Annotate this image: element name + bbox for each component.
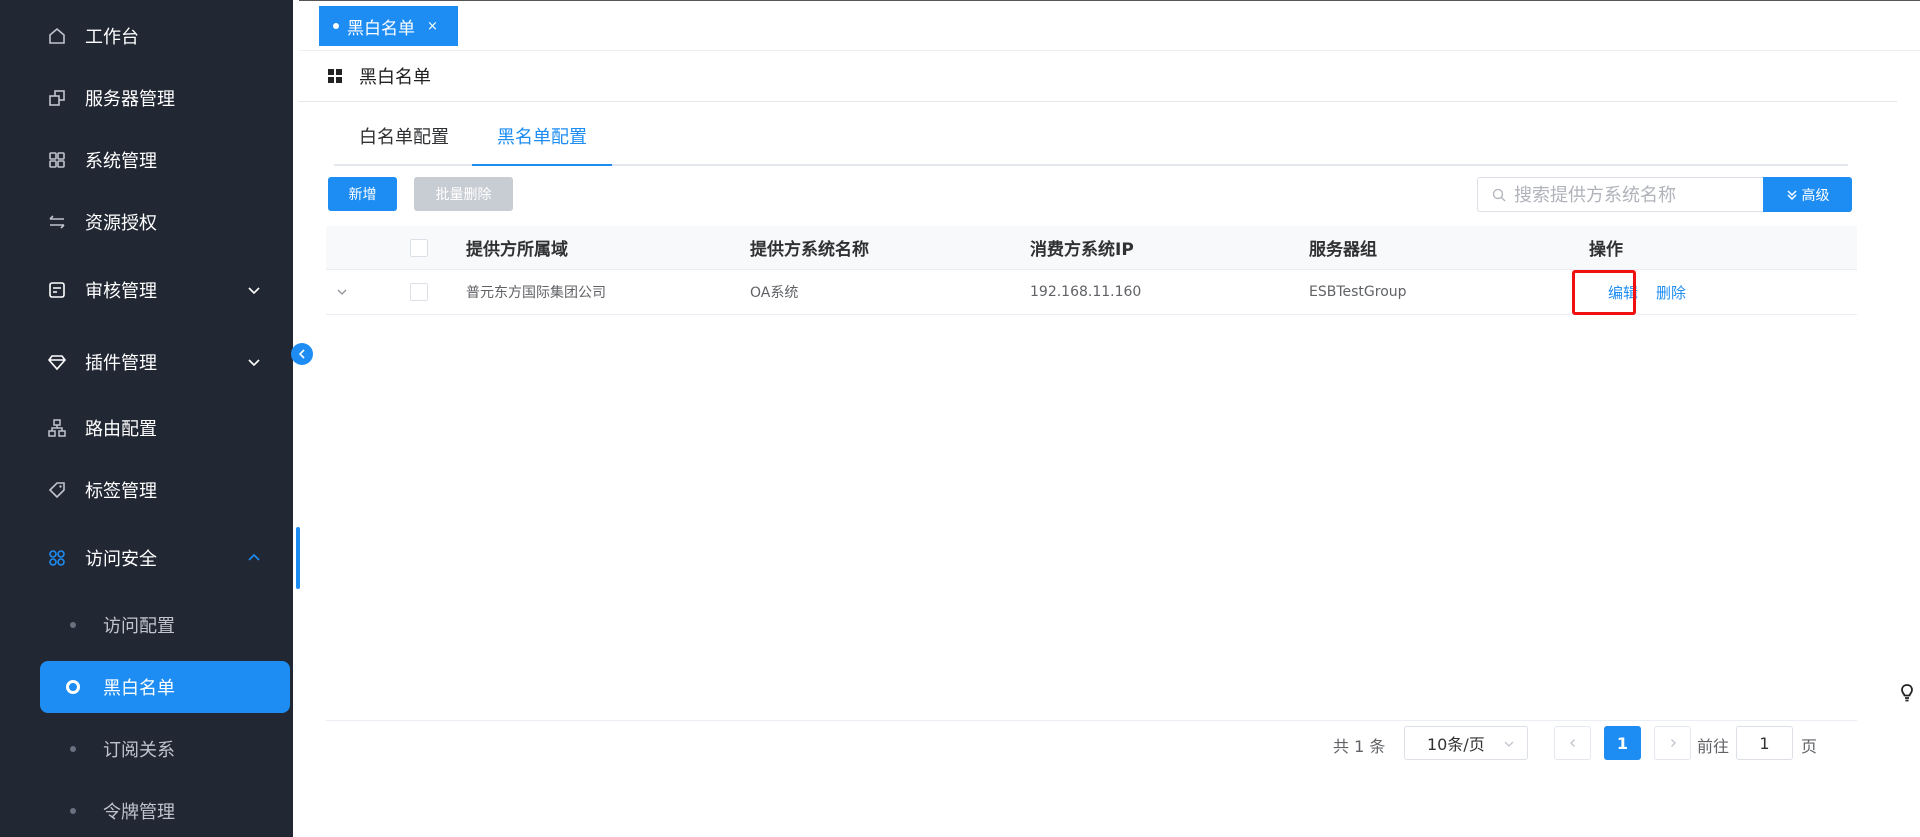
column-header: 消费方系统IP (1030, 240, 1134, 260)
tag-icon (47, 480, 67, 500)
advanced-label: 高级 (1801, 187, 1830, 204)
chevron-down-icon (246, 354, 262, 370)
goto-page-input[interactable] (1736, 726, 1793, 760)
submenu-item-access-config[interactable]: 访问配置 (40, 599, 290, 651)
submenu-item-label: 令牌管理 (103, 802, 175, 823)
double-chevron-down-icon (1786, 189, 1797, 200)
audit-icon (47, 280, 67, 300)
lightbulb-icon[interactable] (1900, 683, 1914, 703)
tab-dot-icon (333, 23, 339, 29)
home-icon (47, 26, 67, 46)
select-all-cell (410, 226, 428, 269)
sidebar-item-label: 审核管理 (85, 281, 157, 302)
sidebar-item-audit[interactable]: 审核管理 (0, 265, 293, 315)
page-number-current[interactable]: 1 (1604, 726, 1641, 760)
sidebar-item-access-security[interactable]: 访问安全 (0, 533, 293, 583)
security-icon (47, 548, 67, 568)
sidebar-item-plugins[interactable]: 插件管理 (0, 337, 293, 387)
apps-icon (47, 150, 67, 170)
table-header: 提供方所属域 提供方系统名称 消费方系统IP 服务器组 操作 (326, 226, 1857, 270)
submenu-item-subscriptions[interactable]: 订阅关系 (40, 723, 290, 775)
cell-system-name: OA系统 (750, 285, 799, 301)
page-unit-label: 页 (1801, 737, 1818, 756)
page-header: 黑白名单 (299, 51, 1897, 102)
sidebar-item-workbench[interactable]: 工作台 (0, 11, 293, 61)
cell-domain: 普元东方国际集团公司 (466, 285, 606, 301)
sidebar-item-label: 路由配置 (85, 419, 157, 440)
pagination-divider (326, 720, 1857, 721)
sidebar: 工作台 服务器管理 系统管理 资源授权 审核管理 插件管理 路由配置 标签管理 … (0, 0, 299, 837)
submenu-item-label: 访问配置 (103, 616, 175, 637)
sidebar-item-label: 资源授权 (85, 213, 157, 234)
sidebar-item-label: 服务器管理 (85, 89, 175, 110)
chevron-left-icon (1569, 739, 1575, 747)
chevron-down-icon (1504, 741, 1514, 747)
sidebar-item-label: 工作台 (85, 27, 139, 48)
row-checkbox[interactable] (410, 283, 428, 301)
column-header: 操作 (1589, 240, 1623, 260)
sidebar-item-label: 插件管理 (85, 353, 157, 374)
active-ring-icon (66, 680, 80, 694)
chevron-down-icon[interactable] (335, 285, 349, 299)
tab-whitelist[interactable]: 白名单配置 (334, 116, 474, 166)
column-header: 提供方系统名称 (750, 240, 869, 260)
column-header: 服务器组 (1309, 240, 1377, 260)
total-count: 共 1 条 (1333, 737, 1386, 756)
select-all-checkbox[interactable] (410, 238, 428, 257)
sidebar-item-tags[interactable]: 标签管理 (0, 465, 293, 515)
cell-server-group: ESBTestGroup (1309, 284, 1407, 300)
submenu-item-label: 黑白名单 (103, 678, 175, 699)
page-size-value: 10条/页 (1427, 735, 1485, 754)
config-tabs: 白名单配置 黑名单配置 (334, 116, 1848, 166)
cell-consumer-ip: 192.168.11.160 (1030, 284, 1142, 300)
sidebar-item-servers[interactable]: 服务器管理 (0, 73, 293, 123)
expand-cell (335, 270, 349, 314)
close-icon[interactable]: × (427, 19, 438, 34)
page-tab-active[interactable]: 黑白名单 × (319, 6, 458, 46)
sidebar-item-system[interactable]: 系统管理 (0, 135, 293, 185)
grid-icon (328, 69, 342, 83)
diamond-icon (47, 352, 67, 372)
main-content: 黑白名单 × 黑白名单 白名单配置 黑名单配置 新增 批量删除 高级 提供方所属… (299, 0, 1920, 837)
edit-highlight-box (1572, 270, 1636, 315)
page-tab-label: 黑白名单 (347, 18, 415, 39)
bullet-icon (70, 746, 76, 752)
tab-blacklist[interactable]: 黑名单配置 (472, 116, 612, 166)
sidebar-item-label: 标签管理 (85, 481, 157, 502)
chevron-down-icon (246, 282, 262, 298)
row-select-cell (410, 270, 428, 314)
sidebar-item-label: 访问安全 (85, 549, 157, 570)
bullet-icon (70, 622, 76, 628)
transfer-icon (47, 212, 67, 232)
chevron-right-icon (1670, 739, 1676, 747)
add-button[interactable]: 新增 (328, 177, 397, 211)
search-input[interactable] (1514, 182, 1754, 208)
batch-delete-button[interactable]: 批量删除 (414, 177, 513, 211)
chevron-up-icon (246, 550, 262, 566)
network-icon (47, 418, 67, 438)
submenu-item-tokens[interactable]: 令牌管理 (40, 785, 290, 837)
advanced-search-button[interactable]: 高级 (1763, 177, 1852, 212)
delete-link[interactable]: 删除 (1656, 282, 1686, 303)
next-page-button[interactable] (1654, 726, 1691, 760)
page-tabbar: 黑白名单 × (299, 0, 1920, 51)
sidebar-item-label: 系统管理 (85, 151, 157, 172)
page-title: 黑白名单 (359, 67, 431, 88)
column-header: 提供方所属域 (466, 240, 568, 260)
page-size-select[interactable]: 10条/页 (1404, 726, 1528, 760)
prev-page-button[interactable] (1554, 726, 1591, 760)
server-icon (47, 88, 67, 108)
search-icon (1492, 188, 1506, 202)
bullet-icon (70, 808, 76, 814)
submenu-item-label: 订阅关系 (103, 740, 175, 761)
goto-label: 前往 (1697, 737, 1730, 756)
sidebar-item-resource-auth[interactable]: 资源授权 (0, 197, 293, 247)
sidebar-item-routing[interactable]: 路由配置 (0, 403, 293, 453)
submenu-item-blacklist-whitelist[interactable]: 黑白名单 (40, 661, 290, 713)
search-box (1477, 177, 1763, 212)
